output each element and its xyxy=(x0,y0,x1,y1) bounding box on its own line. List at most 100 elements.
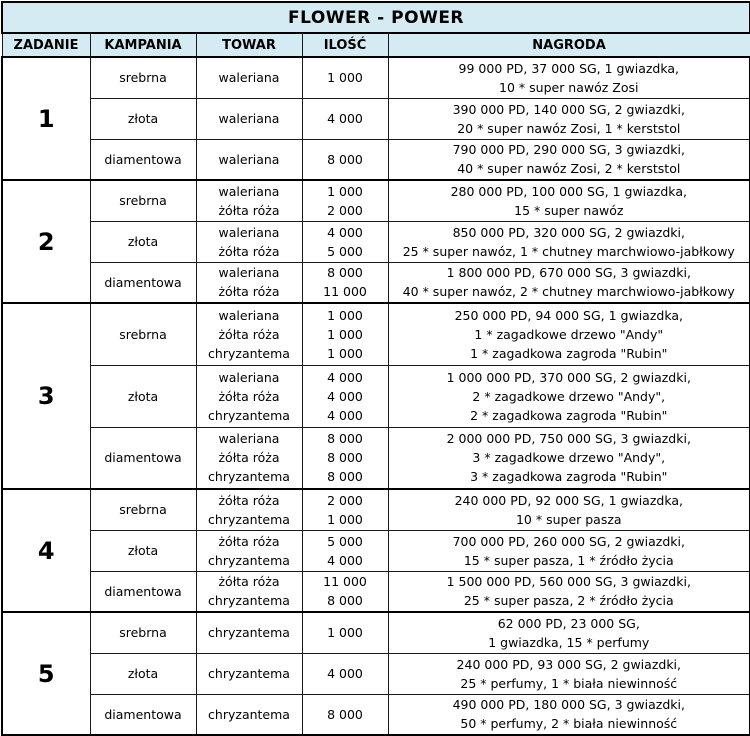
reward-cell-line: 850 000 PD, 320 000 SG, 2 gwiazdki, xyxy=(452,224,685,240)
campaign-name: srebrna xyxy=(89,488,197,531)
reward-cell-line: 240 000 PD, 93 000 SG, 2 gwiazdki, xyxy=(456,656,681,672)
item-cell-line: waleriana xyxy=(218,265,280,281)
item-cell-line: żółta róża xyxy=(218,533,280,549)
reward-cell-line: 25 * perfumy, 1 * biała niewinność xyxy=(460,675,678,691)
item-cell-line: waleriana xyxy=(218,183,280,199)
header-kampania: KAMPANIA xyxy=(89,32,197,58)
reward-cell-line: 1 gwiazdka, 15 * perfumy xyxy=(488,634,650,650)
header-zadanie: ZADANIE xyxy=(1,32,91,58)
item-cell-line: waleriana xyxy=(218,369,280,385)
item-cell: żółta róża chryzantema xyxy=(195,529,303,572)
table-row: 2 srebrna waleriana żółta róża 1 000 2 000 280… xyxy=(1,179,750,304)
quantity-cell: 1 000 1 000 1 000 xyxy=(301,302,389,366)
table-title: FLOWER - POWER xyxy=(0,1,750,34)
item-cell-line: żółta róża xyxy=(218,243,280,259)
campaign-name: srebrna xyxy=(89,302,197,366)
task-number: 3 xyxy=(1,302,91,490)
quantity-cell-line: 1 000 xyxy=(327,511,363,527)
quantity-cell: 8 000 xyxy=(301,693,389,736)
reward-cell-line: 2 * zagadkowa zagroda "Rubin" xyxy=(470,407,668,423)
task-number: 2 xyxy=(1,179,91,304)
campaign-name: diamentowa xyxy=(89,261,197,304)
table-row: złota waleriana 4 000 390 000 PD, 140 000 S… xyxy=(2,97,750,140)
item-cell-line: żółta róża xyxy=(218,450,280,466)
quantity-cell: 4 000 xyxy=(301,652,389,695)
item-cell: żółta róża chryzantema xyxy=(195,488,303,531)
quantity-cell: 11 000 8 000 xyxy=(301,570,389,613)
quantity-cell-line: 4 000 xyxy=(327,666,363,681)
campaign-name: srebrna xyxy=(89,56,197,99)
reward-cell-line: 1 * zagadkowe drzewo "Andy" xyxy=(474,326,664,342)
campaign-name: srebrna xyxy=(89,179,197,222)
item-cell: waleriana żółta róża xyxy=(195,220,303,263)
quantity-cell-line: 1 000 xyxy=(327,307,363,323)
reward-cell-line: 1 500 000 PD, 560 000 SG, 3 gwiazdki, xyxy=(446,574,691,590)
flower-power-table: FLOWER - POWER ZADANIE KAMPANIA TOWAR IL… xyxy=(0,1,750,736)
quantity-cell-line: 8 000 xyxy=(327,450,363,466)
reward-cell: 1 800 000 PD, 670 000 SG, 3 gwiazdki, 40 … xyxy=(387,261,750,304)
quantity-cell: 4 000 xyxy=(301,97,389,140)
reward-cell: 99 000 PD, 37 000 SG, 1 gwiazdka, 10 * su… xyxy=(387,56,750,99)
campaign-name: złota xyxy=(89,220,197,263)
item-cell-line: waleriana xyxy=(218,224,280,240)
quantity-cell-line: 2 000 xyxy=(327,202,363,218)
quantity-cell: 8 000 11 000 xyxy=(301,261,389,304)
reward-cell: 250 000 PD, 94 000 SG, 1 gwiazdka, 1 * za… xyxy=(387,302,750,366)
quantity-cell-line: 4 000 xyxy=(327,407,363,423)
reward-cell-line: 25 * super pasza, 2 * źródło życia xyxy=(463,593,674,609)
item-cell: waleriana żółta róża chryzantema xyxy=(195,302,303,366)
reward-cell: 1 500 000 PD, 560 000 SG, 3 gwiazdki, 25 … xyxy=(387,570,750,613)
quantity-cell-line: 4 000 xyxy=(327,224,363,240)
table-row: diamentowa waleriana żółta róża 8 000 11 000… xyxy=(2,261,750,304)
quantity-cell-line: 8 000 xyxy=(327,706,363,722)
quantity-cell-line: 5 000 xyxy=(327,533,363,549)
quantity-cell-line: 1 000 xyxy=(327,345,363,361)
item-cell-line: waleriana xyxy=(218,111,280,126)
quantity-cell: 1 000 2 000 xyxy=(301,179,389,222)
reward-cell-line: 1 800 000 PD, 670 000 SG, 3 gwiazdki, xyxy=(446,265,691,281)
reward-cell: 1 000 000 PD, 370 000 SG, 2 gwiazdki, 2 *… xyxy=(387,364,750,428)
item-cell-line: żółta róża xyxy=(218,284,280,300)
reward-cell: 490 000 PD, 180 000 SG, 3 gwiazdki, 50 * … xyxy=(387,693,750,736)
header-row: ZADANIE KAMPANIA TOWAR ILOŚĆ NAGRODA xyxy=(1,32,750,58)
campaign-name: srebrna xyxy=(89,611,197,654)
table-row: diamentowa chryzantema 8 000 490 000 PD, 18… xyxy=(2,693,750,736)
item-cell: waleriana xyxy=(195,56,303,99)
item-cell-line: chryzantema xyxy=(208,469,290,485)
table-row: 3 srebrna waleriana żółta róża chryzantema 1 … xyxy=(1,302,750,490)
item-cell: chryzantema xyxy=(195,693,303,736)
item-cell-line: chryzantema xyxy=(208,706,290,722)
item-cell-line: waleriana xyxy=(218,431,280,447)
item-cell-line: chryzantema xyxy=(208,593,290,609)
table-row: złota żółta róża chryzantema 5 000 4 000 700 … xyxy=(2,529,750,572)
task-number: 4 xyxy=(1,488,91,613)
quantity-cell-line: 4 000 xyxy=(327,369,363,385)
item-cell: waleriana xyxy=(195,138,303,181)
item-cell: waleriana żółta róża chryzantema xyxy=(195,364,303,428)
reward-cell-line: 10 * super nawóz Zosi xyxy=(499,79,639,95)
item-cell-line: waleriana xyxy=(218,307,280,323)
reward-cell-line: 490 000 PD, 180 000 SG, 3 gwiazdki, xyxy=(452,697,685,713)
item-cell-line: żółta róża xyxy=(218,388,280,404)
campaign-name: złota xyxy=(89,652,197,695)
item-cell-line: żółta róża xyxy=(218,326,280,342)
quantity-cell: 1 000 xyxy=(301,56,389,99)
item-cell-line: chryzantema xyxy=(208,552,290,568)
reward-cell-line: 10 * super pasza xyxy=(515,511,622,527)
campaign-name: diamentowa xyxy=(89,138,197,181)
quantity-cell-line: 1 000 xyxy=(327,70,363,86)
quantity-cell-line: 8 000 xyxy=(327,151,363,167)
item-cell-line: chryzantema xyxy=(208,345,290,361)
quantity-cell: 8 000 xyxy=(301,138,389,181)
reward-cell-line: 15 * super pasza, 1 * źródło życia xyxy=(463,552,674,568)
item-cell-line: chryzantema xyxy=(208,511,290,527)
campaign-name: diamentowa xyxy=(89,426,197,490)
header-nagroda: NAGRODA xyxy=(387,32,750,58)
reward-cell-line: 50 * perfumy, 2 * biała niewinność xyxy=(460,716,678,732)
item-cell: chryzantema xyxy=(195,611,303,654)
reward-cell-line: 15 * super nawóz xyxy=(514,202,624,218)
quantity-cell-line: 4 000 xyxy=(327,111,363,126)
item-cell-line: chryzantema xyxy=(208,625,290,641)
item-cell-line: chryzantema xyxy=(208,407,290,423)
item-cell: waleriana xyxy=(195,97,303,140)
